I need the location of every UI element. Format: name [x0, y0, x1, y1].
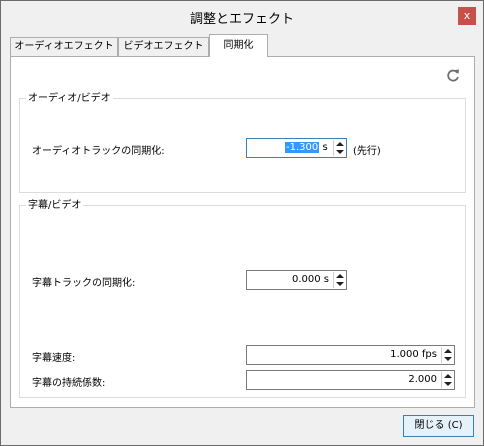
audio-track-sync-label: オーディオトラックの同期化: — [32, 146, 165, 157]
spin-down-icon[interactable] — [336, 150, 344, 154]
audio-track-sync-note: (先行) — [353, 146, 381, 157]
audio-video-group: オーディオ/ビデオ オーディオトラックの同期化: -1.300 s (先行) — [19, 92, 466, 193]
subtitle-track-sync-label: 字幕トラックの同期化: — [32, 278, 136, 289]
spin-up-icon[interactable] — [444, 349, 452, 353]
subtitle-track-sync-value: 0.000 s — [291, 274, 329, 285]
subtitle-speed-stepper[interactable] — [441, 347, 453, 363]
subtitles-video-group: 字幕/ビデオ 字幕トラックの同期化: 0.000 s 字幕速度: 1.000 f… — [19, 199, 466, 398]
spin-up-icon[interactable] — [444, 374, 452, 378]
audio-track-sync-unit: s — [322, 142, 328, 153]
tab-synchronization[interactable]: 同期化 — [209, 34, 268, 57]
window-title: 調整とエフェクト — [189, 12, 294, 27]
subtitle-speed-label: 字幕速度: — [32, 353, 76, 364]
subtitle-track-sync-spinbox[interactable]: 0.000 s — [246, 270, 347, 290]
tab-video-effects[interactable]: ビデオエフェクト — [118, 37, 209, 57]
refresh-icon[interactable] — [445, 68, 461, 84]
subtitle-duration-factor-label: 字幕の持続係数: — [32, 378, 106, 389]
subtitle-duration-factor-value: 2.000 — [408, 374, 437, 385]
spin-down-icon[interactable] — [336, 282, 344, 286]
subtitles-video-group-title: 字幕/ビデオ — [26, 199, 84, 212]
spin-up-icon[interactable] — [336, 274, 344, 278]
spin-down-icon[interactable] — [444, 382, 452, 386]
spin-down-icon[interactable] — [444, 357, 452, 361]
audio-track-sync-value-wrap: -1.300 s — [285, 141, 328, 155]
audio-video-group-title: オーディオ/ビデオ — [26, 92, 113, 105]
window-close-button[interactable]: x — [458, 7, 476, 25]
subtitle-duration-factor-stepper[interactable] — [441, 372, 453, 388]
tab-audio-effects[interactable]: オーディオエフェクト — [10, 37, 118, 57]
audio-track-sync-stepper[interactable] — [333, 140, 345, 156]
tab-strip: オーディオエフェクト ビデオエフェクト 同期化 — [10, 34, 475, 57]
spin-up-icon[interactable] — [336, 142, 344, 146]
subtitle-duration-factor-spinbox[interactable]: 2.000 — [246, 370, 455, 390]
subtitle-speed-spinbox[interactable]: 1.000 fps — [246, 345, 455, 365]
audio-track-sync-spinbox[interactable]: -1.300 s — [246, 138, 347, 158]
adjustments-effects-window: 調整とエフェクト x オーディオエフェクト ビデオエフェクト 同期化 オーディオ… — [0, 0, 484, 446]
subtitle-track-sync-stepper[interactable] — [333, 272, 345, 288]
title-bar: 調整とエフェクト x — [1, 1, 483, 32]
subtitle-speed-value: 1.000 fps — [390, 349, 437, 360]
audio-track-sync-value: -1.300 — [285, 142, 320, 153]
close-button[interactable]: 閉じる (C) — [403, 415, 474, 437]
synchronization-panel: オーディオ/ビデオ オーディオトラックの同期化: -1.300 s (先行) 字… — [10, 56, 475, 408]
